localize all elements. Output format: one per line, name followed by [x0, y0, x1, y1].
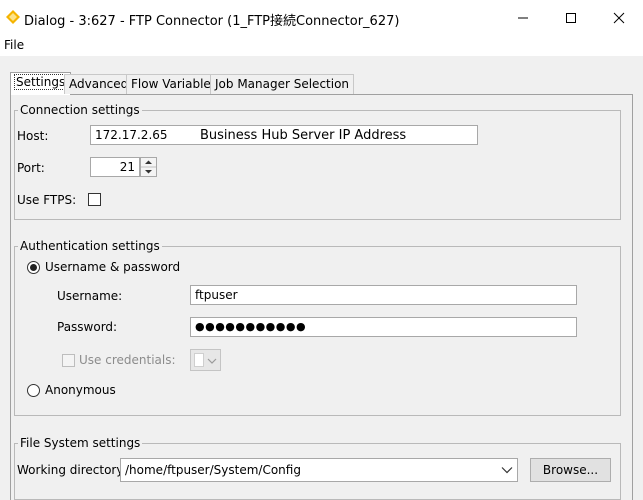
working-directory-input[interactable]: /home/ftpuser/System/Config	[120, 458, 518, 482]
username-label: Username:	[57, 289, 123, 303]
chevron-down-icon	[501, 467, 513, 474]
username-password-radio[interactable]	[27, 261, 40, 274]
port-input[interactable]: 21	[90, 157, 140, 177]
minimize-icon	[518, 17, 528, 19]
use-credentials-label: Use credentials:	[79, 353, 176, 367]
tab-flow-variables[interactable]: Flow Variables	[126, 74, 223, 94]
host-annotation: Business Hub Server IP Address	[200, 128, 407, 143]
app-icon	[6, 10, 20, 24]
close-button[interactable]	[595, 0, 643, 36]
spinner-down-icon[interactable]	[145, 170, 152, 174]
tab-advanced-label: Advanced	[69, 77, 129, 91]
tab-settings[interactable]: Settings	[10, 72, 72, 95]
window-title: Dialog - 3:627 - FTP Connector (1_FTP接続C…	[24, 14, 400, 29]
use-ftps-checkbox[interactable]	[88, 193, 101, 206]
password-value: ●●●●●●●●●●●	[195, 320, 307, 333]
working-directory-label: Working directory:	[17, 463, 127, 477]
port-value: 21	[119, 160, 135, 174]
credentials-dropdown-value	[194, 353, 204, 367]
tab-job-manager-selection-label: Job Manager Selection	[215, 77, 350, 91]
tab-settings-label: Settings	[13, 74, 68, 90]
host-value: 172.17.2.65	[95, 128, 168, 142]
host-label: Host:	[17, 129, 49, 143]
username-input[interactable]: ftpuser	[190, 285, 577, 305]
menu-file[interactable]: File	[4, 38, 24, 52]
minimize-button[interactable]	[499, 0, 547, 36]
browse-button[interactable]: Browse...	[530, 458, 611, 482]
connection-settings-title: Connection settings	[18, 103, 142, 117]
browse-button-label: Browse...	[542, 463, 599, 477]
port-spinner[interactable]	[140, 157, 157, 177]
close-icon	[613, 12, 625, 24]
use-ftps-label: Use FTPS:	[17, 193, 77, 207]
radio-selected-dot	[30, 264, 37, 271]
menu-bar	[0, 36, 643, 56]
username-password-label: Username & password	[45, 260, 181, 274]
anonymous-label: Anonymous	[45, 383, 116, 397]
maximize-icon	[566, 13, 576, 23]
authentication-settings-title: Authentication settings	[18, 239, 162, 253]
spinner-up-icon[interactable]	[145, 160, 152, 165]
anonymous-radio[interactable]	[27, 384, 40, 397]
working-directory-dropdown[interactable]	[500, 464, 514, 476]
tab-flow-variables-label: Flow Variables	[131, 77, 218, 91]
password-input[interactable]: ●●●●●●●●●●●	[190, 317, 577, 337]
chevron-down-icon	[207, 358, 217, 364]
credentials-dropdown[interactable]	[190, 349, 221, 371]
use-credentials-checkbox[interactable]	[62, 354, 75, 367]
working-directory-value: /home/ftpuser/System/Config	[125, 463, 301, 477]
port-label: Port:	[17, 161, 45, 175]
username-value: ftpuser	[195, 288, 238, 302]
tab-job-manager-selection[interactable]: Job Manager Selection	[210, 74, 355, 94]
file-system-settings-title: File System settings	[18, 436, 143, 450]
tab-advanced[interactable]: Advanced	[64, 74, 134, 94]
maximize-button[interactable]	[547, 0, 595, 36]
password-label: Password:	[57, 320, 118, 334]
